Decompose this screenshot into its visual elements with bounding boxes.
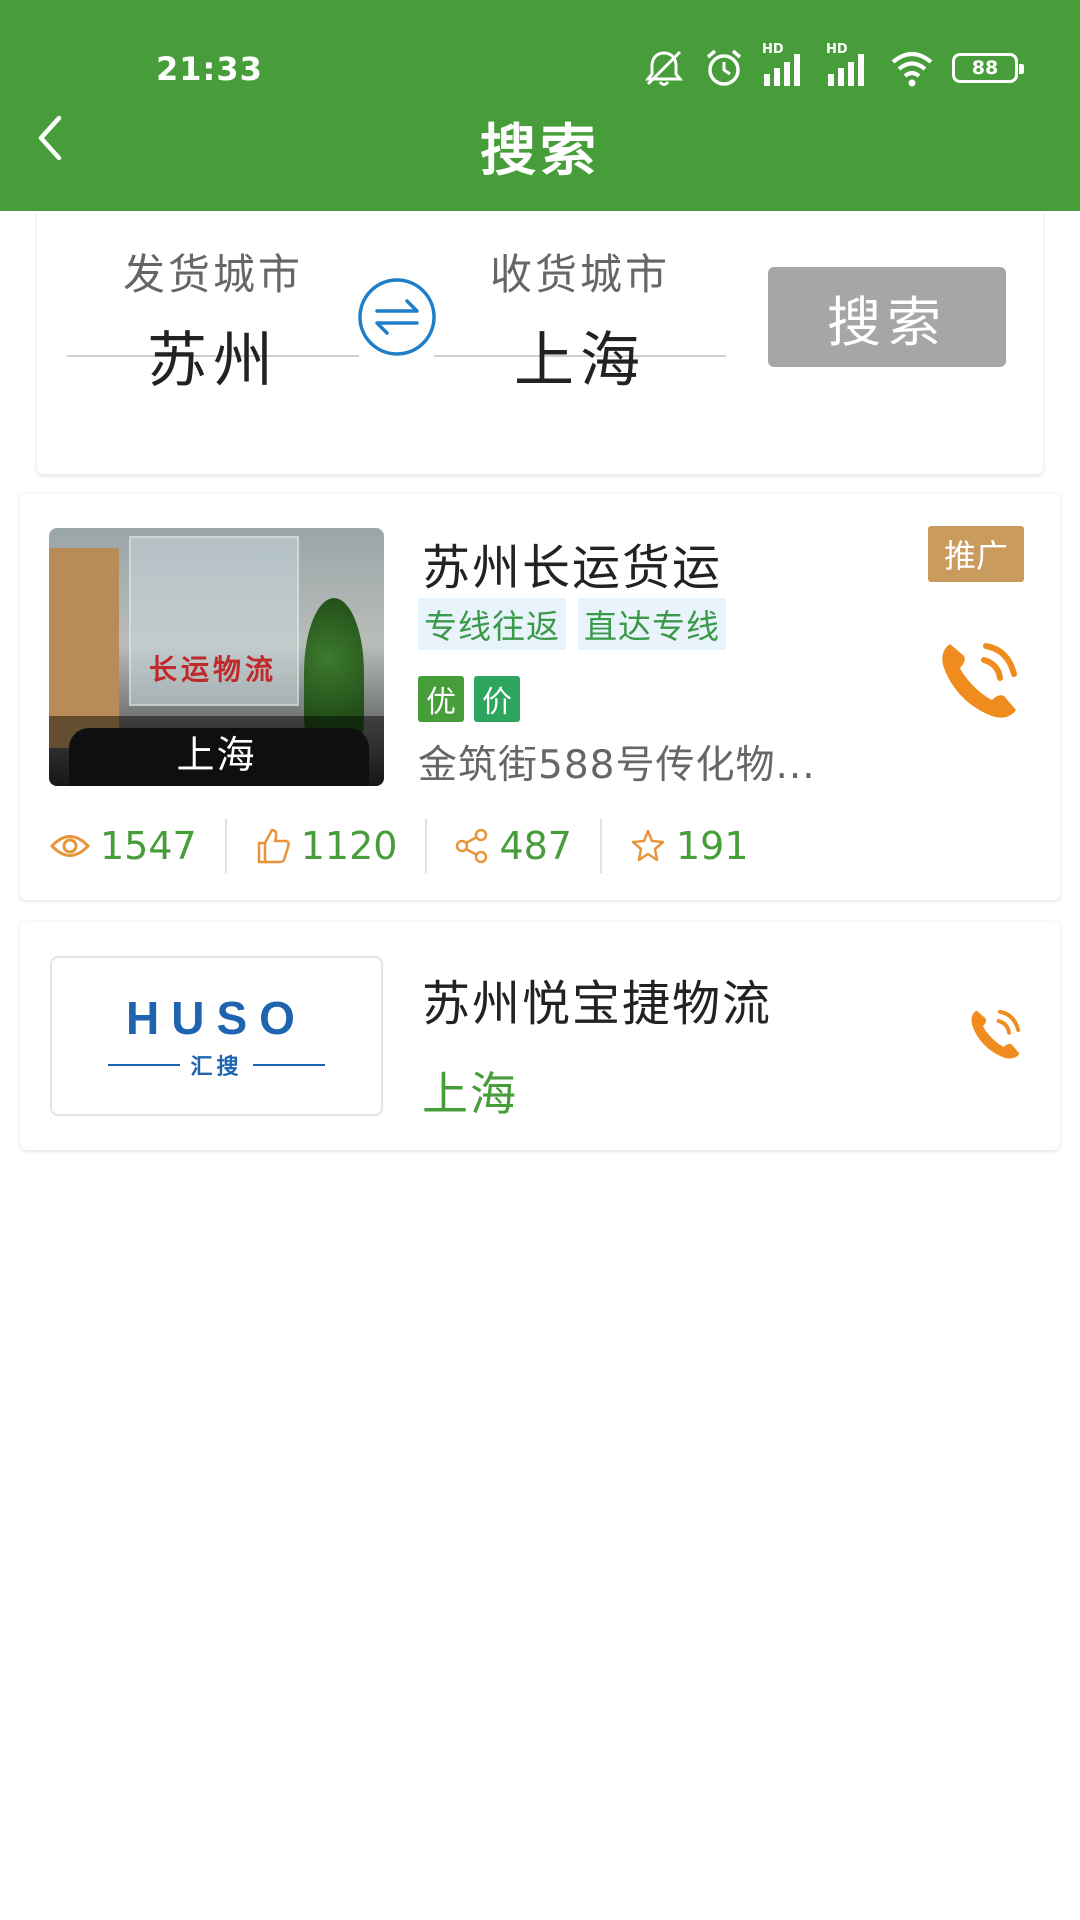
eye-icon [50,835,90,857]
search-panel: 发货城市 苏州 收货城市 上海 搜索 [37,211,1043,474]
feature-tags: 优 价 [418,676,520,722]
company-photo[interactable]: 长运物流 上海 [49,528,384,786]
share-icon [456,828,488,864]
photo-sign-text: 长运物流 [149,653,278,686]
app-header: 21:33 HD HD 88 搜索 [0,0,1080,211]
stat-value: 191 [675,824,749,868]
logo-divider [108,1064,181,1066]
to-city-field[interactable]: 收货城市 上海 [434,241,726,396]
star-icon [631,829,665,862]
stat-favorites[interactable]: 191 [602,819,777,873]
stat-value: 487 [499,824,572,868]
call-button[interactable] [966,1004,1026,1064]
company-city: 上海 [422,1067,518,1121]
page-title: 搜索 [480,119,600,184]
route-tag: 直达专线 [578,598,726,650]
logo-sub-text: 汇搜 [190,1055,243,1080]
swap-cities-button[interactable] [357,277,437,357]
stats-row: 1547 1120 487 191 [20,816,1060,876]
stat-value: 1120 [300,824,398,868]
phone-icon [942,643,1017,718]
feature-tag: 价 [474,676,520,722]
hd-label: HD [826,42,848,57]
call-button[interactable] [934,634,1026,726]
to-city-label: 收货城市 [489,250,670,299]
from-city-label: 发货城市 [122,250,303,299]
stat-views: 1547 [20,819,227,873]
hd-label: HD [762,42,784,57]
status-icons: HD HD 88 [642,42,1024,88]
logo-divider [252,1064,325,1066]
thumbs-up-icon [257,828,290,864]
stat-value: 1547 [100,824,197,868]
logo-sub-row: 汇搜 [108,1049,325,1081]
stat-shares[interactable]: 487 [427,819,602,873]
from-city-value: 苏州 [147,326,279,396]
swap-arrows-icon [358,278,436,356]
to-city-value: 上海 [514,326,646,396]
mute-icon [642,48,686,88]
company-logo[interactable]: HUSO 汇搜 [50,956,383,1116]
company-name[interactable]: 苏州悦宝捷物流 [422,964,772,1034]
result-card[interactable]: 长运物流 上海 苏州长运货运 推广 专线往返 直达专线 优 价 金筑街588号传… [20,494,1060,900]
company-address: 金筑街588号传化物... [418,743,816,788]
search-button[interactable]: 搜索 [768,267,1006,367]
route-tag: 专线往返 [418,598,566,650]
stat-likes[interactable]: 1120 [227,819,428,873]
photo-city-label: 上海 [49,716,384,786]
alarm-icon [704,48,744,88]
status-time: 21:33 [156,50,263,88]
phone-icon [971,1009,1021,1059]
signal-icon: HD [762,42,808,88]
from-city-field[interactable]: 发货城市 苏州 [67,241,359,396]
route-tags: 专线往返 直达专线 [418,598,726,650]
feature-tag: 优 [418,676,464,722]
result-card[interactable]: HUSO 汇搜 苏州悦宝捷物流 上海 [20,922,1060,1150]
signal-icon: HD [826,42,872,88]
battery-icon: 88 [952,53,1024,83]
promo-badge: 推广 [928,526,1024,582]
logo-text: HUSO [126,992,307,1044]
company-name[interactable]: 苏州长运货运 [422,528,722,598]
wifi-icon [890,48,934,88]
